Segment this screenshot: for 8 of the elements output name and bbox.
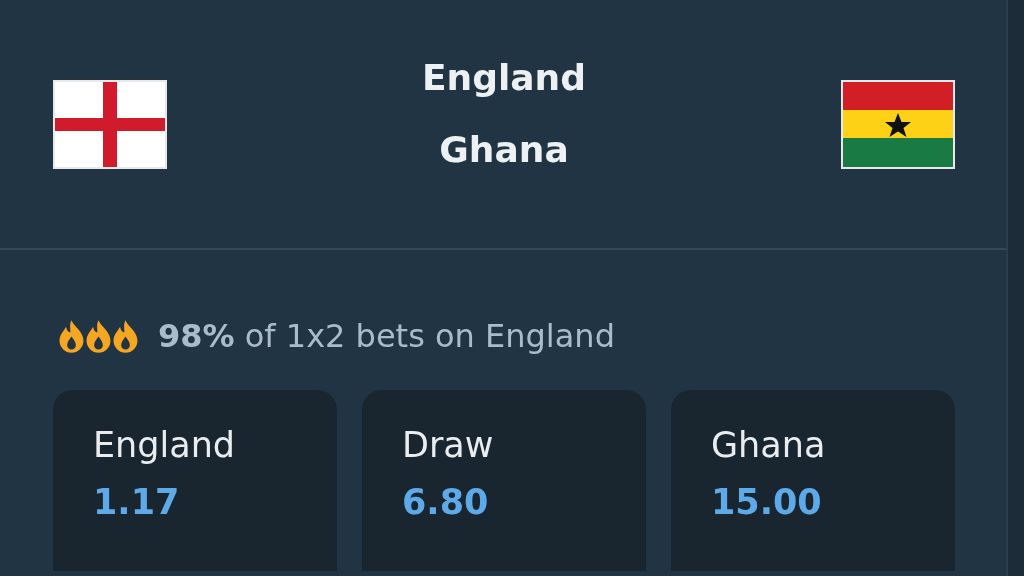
flag-icon xyxy=(841,79,955,169)
team-name: Ghana xyxy=(439,132,569,168)
odds-button[interactable]: England 1.17 xyxy=(53,390,337,571)
odds-button[interactable]: Ghana 15.00 xyxy=(671,390,955,571)
bet-stat-text: 98% of 1x2 bets on England xyxy=(158,316,615,357)
odds-button[interactable]: Draw 6.80 xyxy=(362,390,646,571)
flag-icon xyxy=(53,79,167,169)
team-name: England xyxy=(422,60,586,96)
